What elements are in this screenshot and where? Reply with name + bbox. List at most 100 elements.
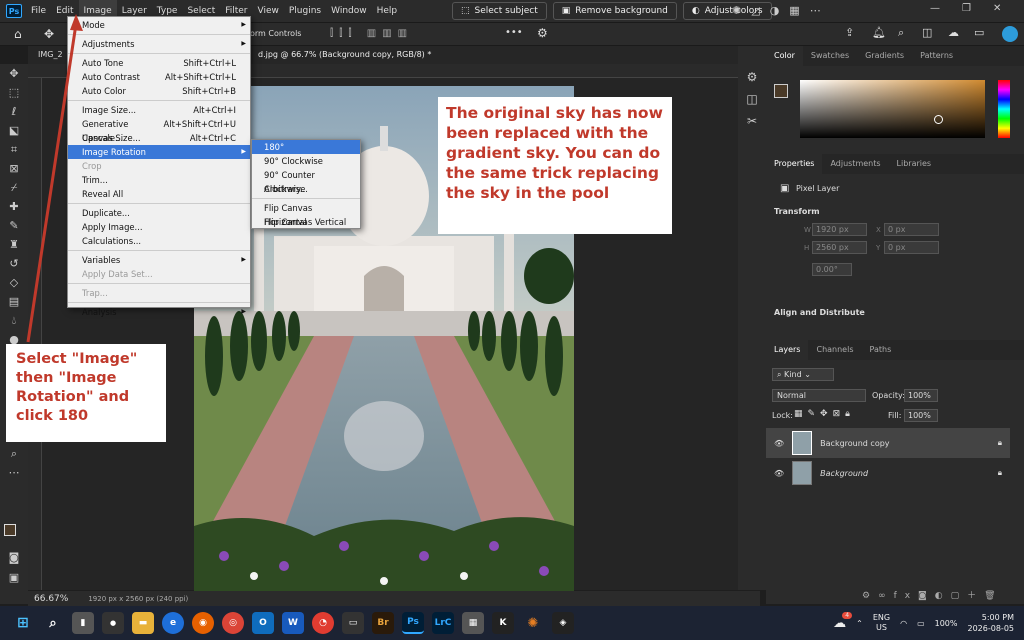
search-icon[interactable]: ⌕ bbox=[898, 26, 904, 40]
more-options-icon[interactable]: ••• bbox=[505, 27, 523, 38]
bell-icon[interactable]: 🔔︎ bbox=[872, 26, 886, 39]
menu-item-adjustments[interactable]: Adjustments bbox=[68, 37, 250, 51]
lasso-tool-icon[interactable]: ℓ bbox=[0, 102, 28, 121]
app-k-icon[interactable]: K bbox=[492, 612, 514, 634]
marquee-tool-icon[interactable]: ⬚ bbox=[0, 83, 28, 102]
tab-paths[interactable]: Paths bbox=[862, 340, 900, 360]
learn-icon[interactable]: ◫ bbox=[922, 26, 932, 39]
menu-item-duplicate[interactable]: Duplicate... bbox=[68, 206, 250, 220]
menu-item-auto-contrast[interactable]: Auto Contrast Alt+Shift+Ctrl+L bbox=[68, 70, 250, 84]
x-field[interactable] bbox=[884, 223, 939, 236]
remove-background-button[interactable]: ▣ Remove background bbox=[552, 2, 677, 20]
properties-panel-icon[interactable]: ◫ bbox=[738, 88, 766, 110]
stamp-tool-icon[interactable]: ♜ bbox=[0, 235, 28, 254]
layer-row-background[interactable]: 👁︎ Background 🔒︎ bbox=[766, 458, 1010, 488]
blend-mode-select[interactable]: Normal bbox=[772, 389, 866, 402]
tab-color[interactable]: Color bbox=[766, 46, 803, 66]
app-vector-icon[interactable]: ◈ bbox=[552, 612, 574, 634]
transform-section-title[interactable]: Transform bbox=[774, 207, 820, 216]
zoom-level[interactable]: 66.67% bbox=[34, 594, 68, 604]
task-view-icon[interactable]: ▮ bbox=[72, 612, 94, 634]
crop-tool-icon[interactable]: ⌗ bbox=[0, 140, 28, 159]
brush-icon[interactable]: ◿ bbox=[751, 4, 759, 17]
word-icon[interactable]: W bbox=[282, 612, 304, 634]
menu-item-trim[interactable]: Trim... bbox=[68, 173, 250, 187]
sun-icon[interactable]: ✺ bbox=[732, 4, 741, 17]
eyedropper-tool-icon[interactable]: ⌿ bbox=[0, 178, 28, 197]
menu-item-image-rotation[interactable]: Image Rotation bbox=[68, 145, 250, 159]
color-picker-cursor[interactable] bbox=[934, 115, 943, 124]
submenu-item-flip-vertical[interactable]: Flip Canvas Vertical bbox=[252, 215, 360, 229]
chrome-icon[interactable]: ◎ bbox=[222, 612, 244, 634]
tab-properties[interactable]: Properties bbox=[766, 154, 823, 174]
menu-item-auto-color[interactable]: Auto Color Shift+Ctrl+B bbox=[68, 84, 250, 98]
lock-icons[interactable]: ▦✎✥⊠🔒︎ bbox=[794, 409, 855, 419]
align-icons[interactable]: ⫿⫿⫿ ▥▥▥ bbox=[330, 28, 413, 39]
move-tool-icon[interactable]: ✥ bbox=[0, 64, 28, 83]
edge-icon[interactable]: e bbox=[162, 612, 184, 634]
menu-file[interactable]: File bbox=[26, 0, 51, 22]
object-select-icon[interactable]: ⬕ bbox=[0, 121, 28, 140]
photoshop-taskbar-icon[interactable]: Ps bbox=[402, 612, 424, 634]
submenu-item-180[interactable]: 180° bbox=[252, 140, 360, 154]
eraser-tool-icon[interactable]: ◇ bbox=[0, 273, 28, 292]
app-icon[interactable]: ● bbox=[102, 612, 124, 634]
menu-window[interactable]: Window bbox=[326, 0, 372, 22]
gradient-tool-icon[interactable]: ▤ bbox=[0, 292, 28, 311]
submenu-item-90-ccw[interactable]: 90° Counter Clockwise bbox=[252, 168, 360, 194]
menu-item-auto-tone[interactable]: Auto Tone Shift+Ctrl+L bbox=[68, 56, 250, 70]
menu-item-apply-image[interactable]: Apply Image... bbox=[68, 220, 250, 234]
minimize-icon[interactable]: — bbox=[930, 3, 940, 14]
weather-icon[interactable]: ☁ 4 bbox=[833, 611, 853, 631]
move-tool-icon[interactable]: ✥ bbox=[44, 27, 54, 41]
windows-start-icon[interactable]: ⊞ bbox=[12, 612, 34, 634]
menu-item-calculations[interactable]: Calculations... bbox=[68, 234, 250, 248]
home-icon[interactable]: ⌂ bbox=[14, 27, 22, 41]
bridge-icon[interactable]: Br bbox=[372, 612, 394, 634]
menu-item-crop[interactable]: Crop bbox=[68, 159, 250, 173]
tab-patterns[interactable]: Patterns bbox=[912, 46, 961, 66]
cloud-icon[interactable]: ☁ bbox=[948, 26, 959, 39]
more-tools-icon[interactable]: ⋯ bbox=[0, 463, 28, 482]
menu-help[interactable]: Help bbox=[372, 0, 403, 22]
y-field[interactable] bbox=[884, 241, 939, 254]
contrast-icon[interactable]: ◑ bbox=[770, 4, 780, 17]
color-picker-field[interactable] bbox=[800, 80, 985, 138]
tools-panel-icon[interactable]: ✂ bbox=[738, 110, 766, 132]
menu-item-generative-upscale[interactable]: Generative Upscale... Alt+Shift+Ctrl+U bbox=[68, 117, 250, 143]
outlook-icon[interactable]: O bbox=[252, 612, 274, 634]
color-fg-swatch[interactable] bbox=[774, 84, 788, 98]
battery-icon[interactable]: ▭ bbox=[917, 619, 925, 628]
eye-icon[interactable]: 👁︎ bbox=[774, 439, 784, 448]
frame-tool-icon[interactable]: ⊠ bbox=[0, 159, 28, 178]
search-icon[interactable]: ⌕ bbox=[42, 612, 64, 634]
eye-icon[interactable]: 👁︎ bbox=[774, 469, 784, 478]
chevron-up-icon[interactable]: ⌃ bbox=[856, 619, 863, 628]
healing-tool-icon[interactable]: ✚ bbox=[0, 197, 28, 216]
tab-channels[interactable]: Channels bbox=[808, 340, 861, 360]
workspace-icon[interactable]: ▭ bbox=[974, 26, 984, 39]
calculator-icon[interactable]: ▦ bbox=[462, 612, 484, 634]
align-section-title[interactable]: Align and Distribute bbox=[774, 308, 865, 317]
tab-gradients[interactable]: Gradients bbox=[857, 46, 912, 66]
angle-field[interactable] bbox=[812, 263, 852, 276]
menu-view[interactable]: View bbox=[253, 0, 284, 22]
foreground-color-swatch[interactable] bbox=[4, 524, 16, 536]
submenu-item-90-cw[interactable]: 90° Clockwise bbox=[252, 154, 360, 168]
profile-avatar[interactable] bbox=[1002, 26, 1018, 42]
menu-item-mode[interactable]: Mode bbox=[68, 18, 250, 32]
menu-item-trap[interactable]: Trap... bbox=[68, 286, 250, 300]
restore-icon[interactable]: ❐ bbox=[962, 3, 971, 14]
height-field[interactable] bbox=[812, 241, 867, 254]
close-icon[interactable]: ✕ bbox=[993, 3, 1001, 14]
language-indicator[interactable]: ENG US bbox=[873, 613, 890, 633]
layer-row-background-copy[interactable]: 👁︎ Background copy 🔒︎ bbox=[766, 428, 1010, 458]
lightroom-classic-icon[interactable]: LrC bbox=[432, 612, 454, 634]
quick-mask-icon[interactable]: ◙ bbox=[0, 548, 28, 567]
layer-action-icons[interactable]: ⚙∞fx◙◐▢＋🗑︎ bbox=[862, 588, 1004, 601]
firefox-icon[interactable]: ◉ bbox=[192, 612, 214, 634]
menu-item-analysis[interactable]: Analysis bbox=[68, 305, 250, 319]
select-subject-button[interactable]: ⬚ Select subject bbox=[452, 2, 547, 20]
menu-item-image-size[interactable]: Image Size... Alt+Ctrl+I bbox=[68, 103, 250, 117]
more-icon[interactable]: ⋯ bbox=[810, 4, 821, 17]
